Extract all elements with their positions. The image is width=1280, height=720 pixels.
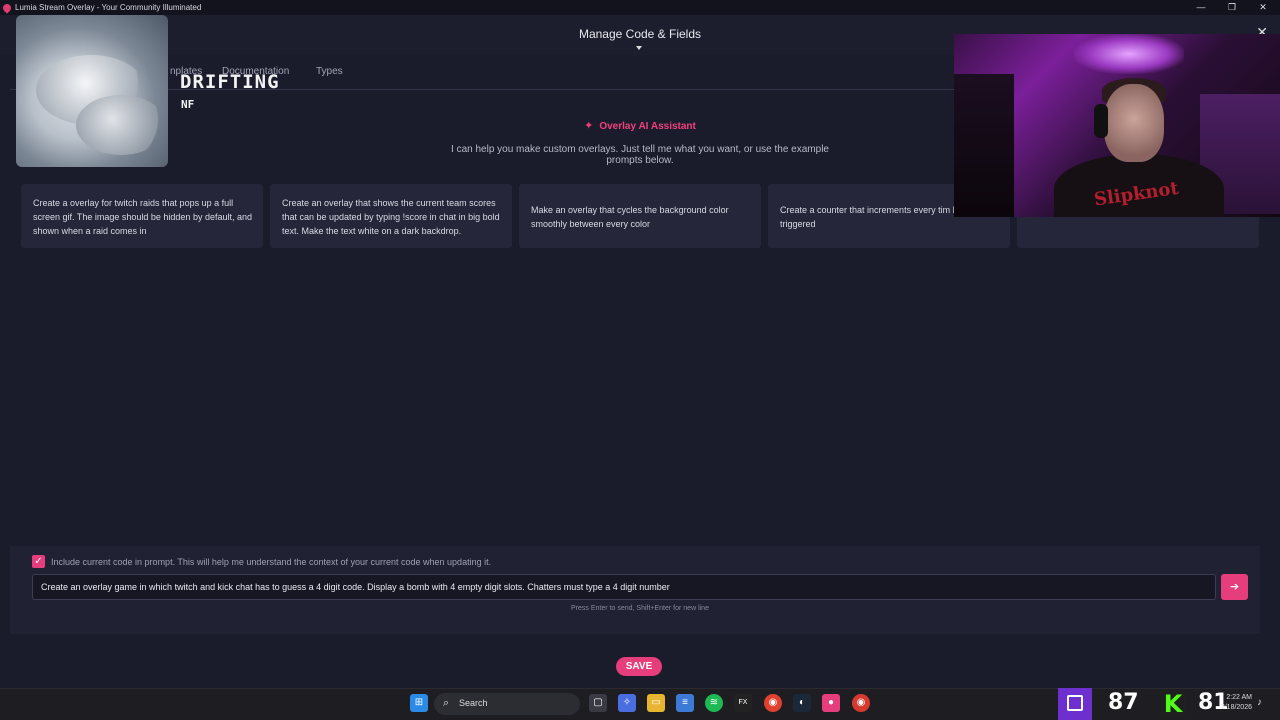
assistant-title: Overlay AI Assistant [599, 121, 696, 132]
chrome-icon[interactable]: ◉ [764, 694, 782, 712]
spotify-icon[interactable]: ≋ [705, 694, 723, 712]
task-view-icon[interactable]: ▢ [589, 694, 607, 712]
now-playing-title: DRIFTING [180, 71, 280, 93]
notepad-icon[interactable]: ≡ [676, 694, 694, 712]
webcam-feed: Slipknot [954, 34, 1280, 217]
lumia-taskbar-icon[interactable]: ● [822, 694, 840, 712]
clock-date: 2/18/2026 [1220, 704, 1252, 711]
example-prompt-card[interactable]: Create a overlay for twitch raids that p… [21, 184, 263, 248]
system-clock[interactable]: 2:22 AM 2/18/2026 [1212, 693, 1252, 713]
taskbar-search[interactable]: ⌕ Search [434, 693, 580, 715]
hudfx-icon[interactable]: FX [734, 694, 752, 712]
include-code-label: Include current code in prompt. This wil… [51, 557, 492, 567]
window-titlebar: Lumia Stream Overlay - Your Community Il… [0, 0, 1280, 15]
prompt-input[interactable]: Create an overlay game in which twitch a… [32, 574, 1216, 600]
twitch-viewer-count: 87 [1108, 690, 1139, 715]
example-prompt-card[interactable]: Make an overlay that cycles the backgrou… [519, 184, 761, 248]
twitch-icon [1058, 688, 1092, 720]
chrome-profile-icon[interactable]: ◉ [852, 694, 870, 712]
windows-start-icon[interactable]: ⊞ [410, 694, 428, 712]
send-button[interactable]: ➔ [1221, 574, 1248, 600]
assistant-description: I can help you make custom overlays. Jus… [451, 144, 829, 166]
lumia-app-icon [1, 1, 13, 14]
tab-types[interactable]: Types [316, 66, 343, 77]
kick-icon: K [1160, 690, 1186, 718]
search-label: Search [459, 698, 488, 708]
search-icon: ⌕ [443, 697, 450, 709]
notification-bell-icon[interactable]: ♪ [1257, 697, 1262, 708]
window-close-button[interactable]: ✕ [1248, 0, 1278, 15]
save-button[interactable]: SAVE [616, 657, 662, 676]
steam-icon[interactable]: ◐ [793, 694, 811, 712]
include-code-checkbox[interactable]: ✓ [32, 555, 45, 568]
window-title: Lumia Stream Overlay - Your Community Il… [15, 3, 202, 12]
chevron-down-icon[interactable] [636, 46, 642, 50]
file-explorer-icon[interactable]: ▭ [647, 694, 665, 712]
example-prompt-card[interactable]: Create an overlay that shows the current… [270, 184, 512, 248]
clock-time: 2:22 AM [1226, 694, 1252, 701]
sparkle-icon: ✦ [584, 120, 594, 132]
now-playing-artist: NF [181, 98, 195, 111]
minimize-button[interactable]: — [1186, 0, 1216, 15]
maximize-button[interactable]: ❐ [1217, 0, 1247, 15]
album-art [16, 15, 168, 167]
copilot-icon[interactable]: ✧ [618, 694, 636, 712]
send-hint: Press Enter to send, Shift+Enter for new… [571, 605, 709, 612]
